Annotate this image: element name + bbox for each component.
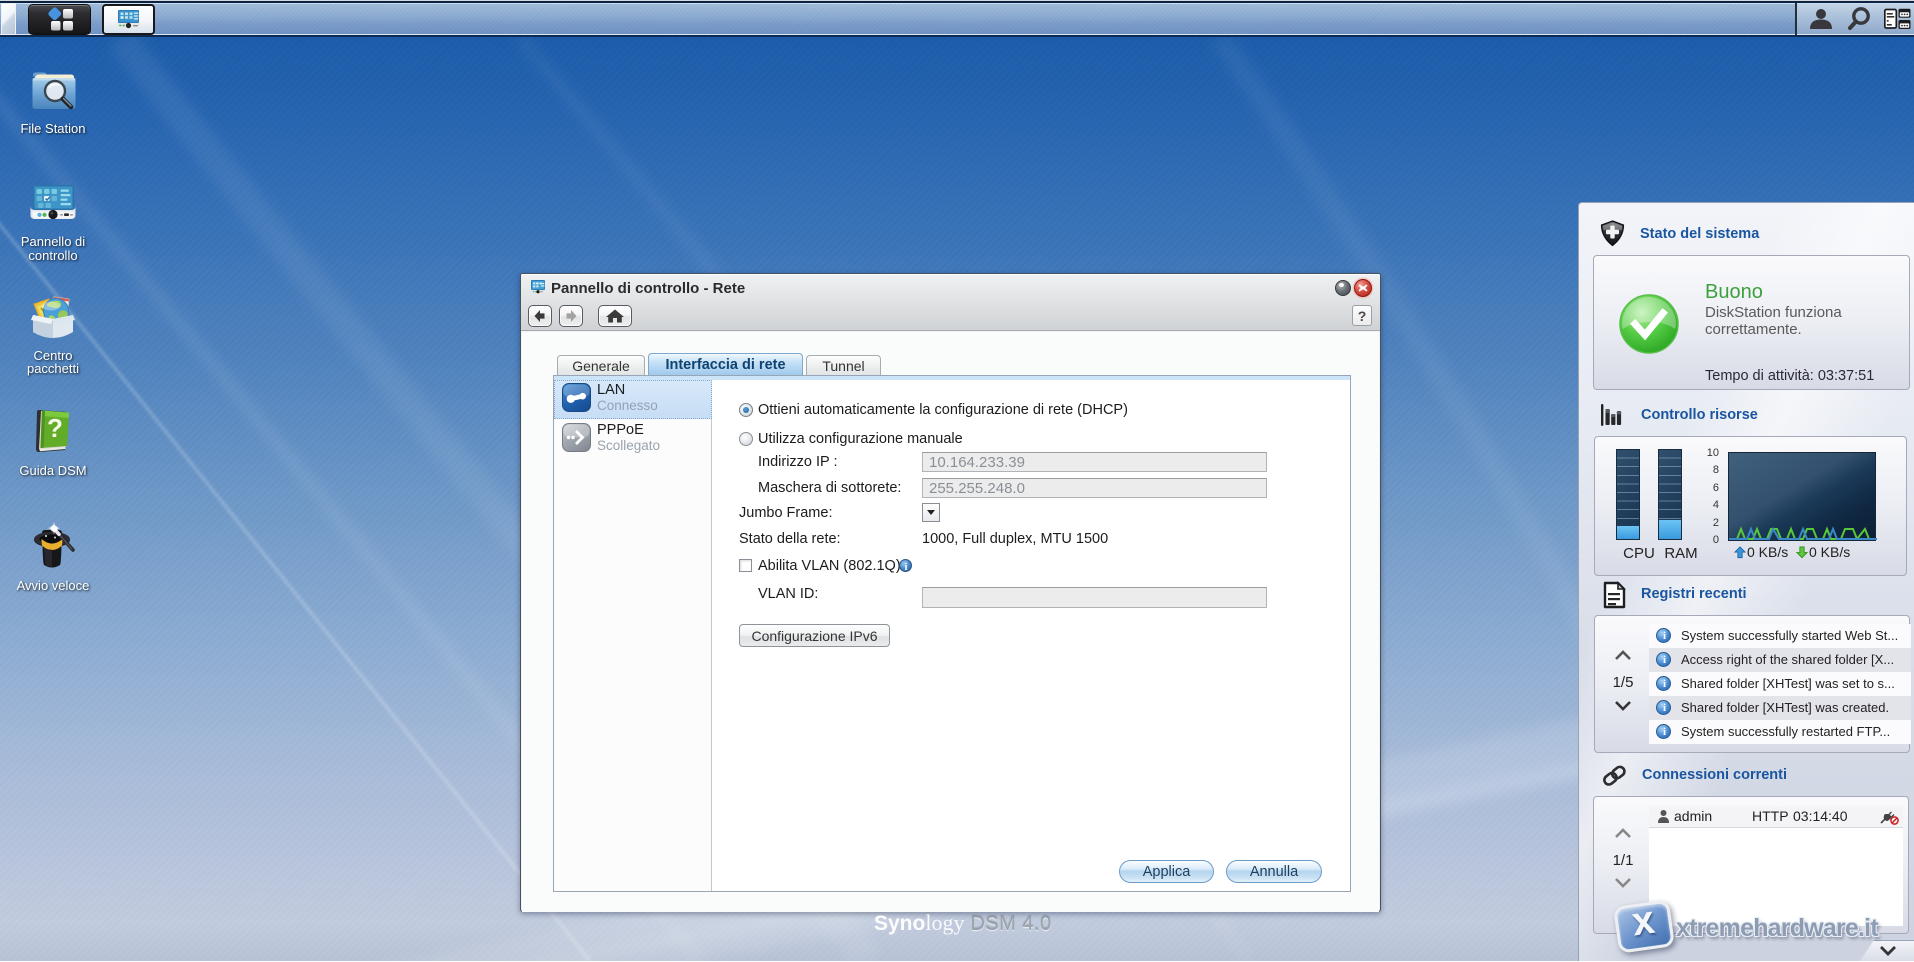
- svg-text:?: ?: [47, 413, 63, 443]
